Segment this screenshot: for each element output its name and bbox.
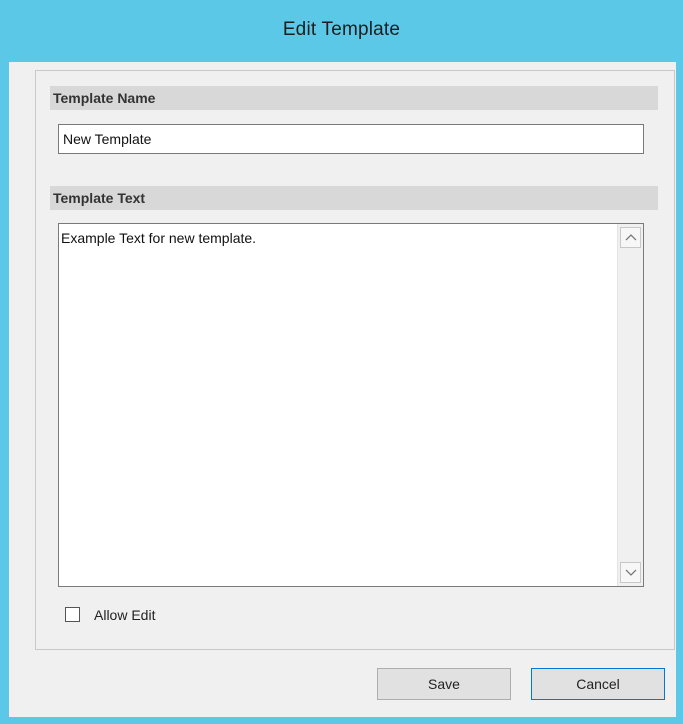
vertical-scrollbar[interactable] [617, 224, 643, 586]
template-form-group: Template Name Template Text Example Text… [35, 70, 675, 650]
scroll-up-button[interactable] [620, 227, 641, 248]
template-name-input[interactable] [58, 124, 644, 154]
scroll-down-button[interactable] [620, 562, 641, 583]
cancel-button[interactable]: Cancel [531, 668, 665, 700]
chevron-down-icon [625, 569, 637, 576]
template-text-header: Template Text [50, 186, 658, 210]
template-text-area[interactable]: Example Text for new template. [59, 224, 617, 586]
template-name-header: Template Name [50, 86, 658, 110]
template-text-box: Example Text for new template. [58, 223, 644, 587]
allow-edit-checkbox[interactable] [65, 607, 80, 622]
chevron-up-icon [625, 234, 637, 241]
window-title: Edit Template [282, 19, 401, 40]
dialog-client-area: Template Name Template Text Example Text… [9, 62, 676, 717]
edit-template-window: Edit Template Template Name Template Tex… [0, 0, 683, 724]
allow-edit-label[interactable]: Allow Edit [94, 605, 155, 625]
title-bar[interactable]: Edit Template [0, 0, 683, 62]
save-button[interactable]: Save [377, 668, 511, 700]
